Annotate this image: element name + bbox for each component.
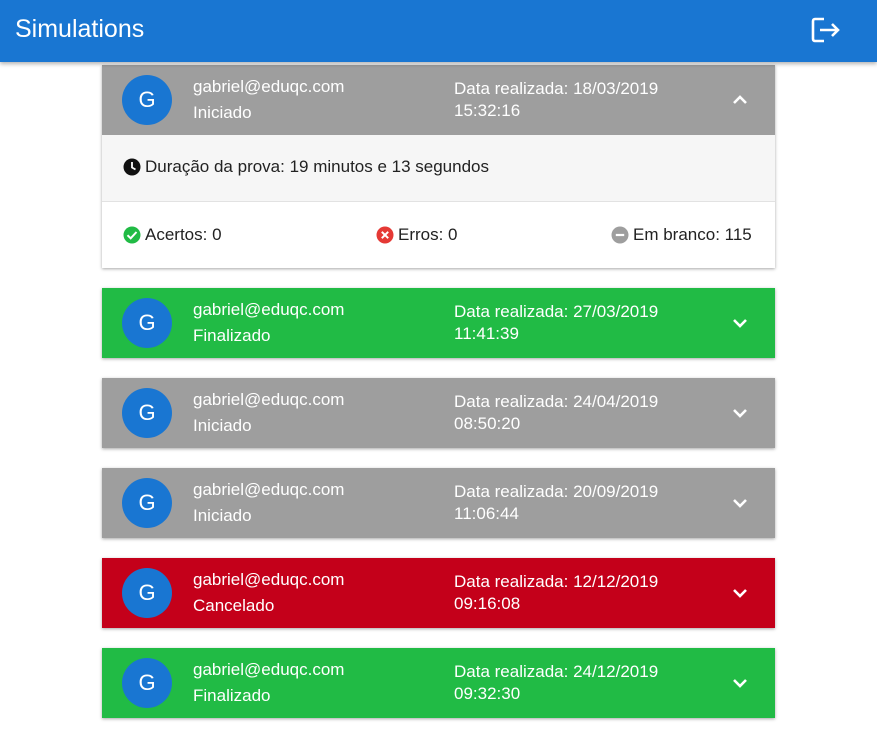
avatar: G [122, 75, 172, 125]
simulation-status: Finalizado [193, 686, 271, 705]
chevron-down-icon[interactable] [728, 403, 752, 423]
page-title: Simulations [15, 15, 145, 43]
avatar: G [122, 658, 172, 708]
simulation-card: G gabriel@eduqc.com Iniciado Data realiz… [102, 65, 775, 268]
simulation-status: Finalizado [193, 326, 271, 345]
em-branco-text: Em branco: 115 [633, 225, 752, 244]
stats-row: Acertos: 0 Erros: 0 Em branco: 115 [102, 202, 775, 268]
simulation-card: G gabriel@eduqc.com Cancelado Data reali… [102, 558, 775, 628]
chevron-down-icon[interactable] [728, 313, 752, 333]
user-email: gabriel@eduqc.com [193, 480, 345, 499]
simulation-card: G gabriel@eduqc.com Iniciado Data realiz… [102, 378, 775, 448]
simulation-card-header[interactable]: G gabriel@eduqc.com Iniciado Data realiz… [102, 468, 775, 538]
time-line: 09:16:08 [454, 594, 521, 613]
date-line: Data realizada: 12/12/2019 [454, 572, 659, 591]
date-realized: Data realizada: 18/03/2019 15:32:16 [454, 78, 658, 122]
user-email: gabriel@eduqc.com [193, 390, 345, 409]
simulation-card: G gabriel@eduqc.com Finalizado Data real… [102, 288, 775, 358]
acertos-stat: Acertos: 0 [123, 225, 222, 245]
acertos-text: Acertos: 0 [145, 225, 222, 244]
chevron-down-icon[interactable] [728, 583, 752, 603]
simulation-card-header[interactable]: G gabriel@eduqc.com Finalizado Data real… [102, 648, 775, 718]
simulation-card-header[interactable]: G gabriel@eduqc.com Iniciado Data realiz… [102, 65, 775, 135]
minus-circle-icon [611, 226, 629, 244]
logout-button[interactable] [810, 15, 844, 45]
date-line: Data realizada: 24/04/2019 [454, 392, 659, 411]
user-email: gabriel@eduqc.com [193, 660, 345, 679]
clock-icon [123, 158, 141, 176]
time-line: 11:41:39 [454, 324, 519, 343]
time-line: 15:32:16 [454, 101, 521, 120]
simulation-card-header[interactable]: G gabriel@eduqc.com Finalizado Data real… [102, 288, 775, 358]
app-bar: Simulations [0, 0, 877, 62]
chevron-up-icon[interactable] [728, 90, 752, 110]
date-realized: Data realizada: 20/09/2019 11:06:44 [454, 481, 658, 525]
avatar: G [122, 568, 172, 618]
simulation-list: G gabriel@eduqc.com Iniciado Data realiz… [102, 62, 775, 738]
date-realized: Data realizada: 12/12/2019 09:16:08 [454, 571, 658, 615]
chevron-down-icon[interactable] [728, 673, 752, 693]
date-realized: Data realizada: 24/04/2019 08:50:20 [454, 391, 658, 435]
date-line: Data realizada: 20/09/2019 [454, 482, 659, 501]
erros-stat: Erros: 0 [376, 225, 458, 245]
date-line: Data realizada: 24/12/2019 [454, 662, 659, 681]
simulation-card-header[interactable]: G gabriel@eduqc.com Cancelado Data reali… [102, 558, 775, 628]
avatar: G [122, 298, 172, 348]
duration-row: Duração da prova: 19 minutos e 13 segund… [102, 135, 775, 202]
duration-text: Duração da prova: 19 minutos e 13 segund… [145, 157, 490, 176]
user-email: gabriel@eduqc.com [193, 300, 345, 319]
simulation-status: Iniciado [193, 506, 252, 525]
avatar: G [122, 388, 172, 438]
simulation-card: G gabriel@eduqc.com Finalizado Data real… [102, 648, 775, 718]
simulation-status: Cancelado [193, 596, 275, 615]
logout-icon [811, 17, 840, 43]
date-line: Data realizada: 27/03/2019 [454, 302, 659, 321]
check-circle-icon [123, 226, 141, 244]
user-email: gabriel@eduqc.com [193, 77, 345, 96]
error-circle-icon [376, 226, 394, 244]
em-branco-stat: Em branco: 115 [611, 225, 752, 245]
simulation-card-header[interactable]: G gabriel@eduqc.com Iniciado Data realiz… [102, 378, 775, 448]
chevron-down-icon[interactable] [728, 493, 752, 513]
erros-text: Erros: 0 [398, 225, 458, 244]
simulation-status: Iniciado [193, 103, 252, 122]
date-realized: Data realizada: 24/12/2019 09:32:30 [454, 661, 658, 705]
user-email: gabriel@eduqc.com [193, 570, 345, 589]
date-realized: Data realizada: 27/03/2019 11:41:39 [454, 301, 658, 345]
time-line: 11:06:44 [454, 504, 519, 523]
avatar: G [122, 478, 172, 528]
time-line: 09:32:30 [454, 684, 521, 703]
date-line: Data realizada: 18/03/2019 [454, 79, 659, 98]
simulation-card: G gabriel@eduqc.com Iniciado Data realiz… [102, 468, 775, 538]
simulation-status: Iniciado [193, 416, 252, 435]
time-line: 08:50:20 [454, 414, 521, 433]
